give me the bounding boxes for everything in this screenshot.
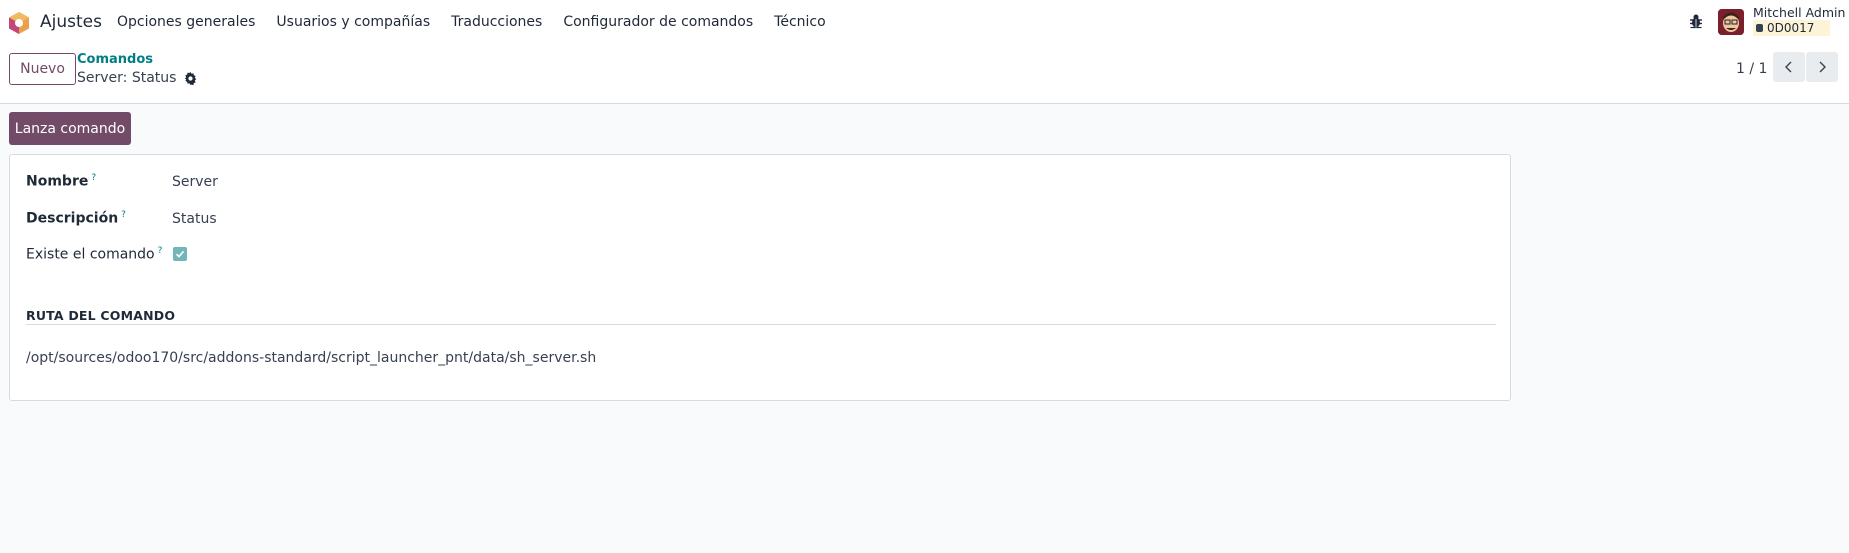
exists-checkbox[interactable]: [173, 247, 187, 261]
pager-next-button[interactable]: [1806, 52, 1838, 82]
odoo-settings-icon[interactable]: [9, 12, 29, 34]
avatar[interactable]: [1718, 9, 1744, 35]
section-title: RUTA DEL COMANDO: [26, 308, 176, 323]
top-navbar: Ajustes Opciones generales Usuarios y co…: [0, 0, 1849, 46]
menu-item-opciones-generales[interactable]: Opciones generales: [117, 14, 255, 30]
exists-label: Existe el comando?: [26, 246, 162, 263]
name-field[interactable]: Server: [172, 174, 218, 190]
menu-item-traducciones[interactable]: Traducciones: [451, 14, 542, 30]
name-label: Nombre?: [26, 173, 96, 190]
gear-icon[interactable]: [184, 71, 197, 85]
avatar-face-icon: [1718, 9, 1744, 35]
pager-value[interactable]: 1 / 1: [1736, 61, 1767, 77]
menu-item-configurador-comandos[interactable]: Configurador de comandos: [563, 14, 753, 30]
app-name[interactable]: Ajustes: [40, 12, 102, 32]
breadcrumb[interactable]: Comandos: [77, 52, 153, 67]
pager-previous-button[interactable]: [1773, 52, 1805, 82]
launch-command-button[interactable]: Lanza comando: [9, 112, 131, 145]
database-icon: [1756, 24, 1763, 32]
name-label-text: Nombre: [26, 173, 89, 190]
description-label-text: Descripción: [26, 210, 119, 227]
section-divider: [26, 324, 1496, 325]
bug-icon[interactable]: [1689, 13, 1703, 29]
help-tooltip-icon[interactable]: ?: [121, 210, 126, 220]
form-sheet: Nombre? Server Descripción? Status Exist…: [9, 154, 1511, 401]
exists-label-text: Existe el comando: [26, 246, 155, 263]
main-menu: Opciones generales Usuarios y compañías …: [117, 14, 847, 30]
database-name: 0D0017: [1767, 21, 1815, 35]
description-label: Descripción?: [26, 210, 126, 227]
page-title: Server: Status: [77, 70, 177, 86]
checkmark-icon: [175, 250, 185, 258]
command-path-field[interactable]: /opt/sources/odoo170/src/addons-standard…: [26, 350, 596, 366]
menu-item-usuarios-companias[interactable]: Usuarios y compañías: [276, 14, 430, 30]
chevron-right-icon: [1819, 61, 1826, 73]
menu-item-tecnico[interactable]: Técnico: [774, 14, 826, 30]
database-badge: 0D0017: [1753, 20, 1831, 36]
user-name[interactable]: Mitchell Admin: [1753, 5, 1845, 20]
help-tooltip-icon[interactable]: ?: [158, 246, 163, 256]
description-field[interactable]: Status: [172, 211, 217, 227]
new-button[interactable]: Nuevo: [9, 53, 76, 85]
control-panel: Nuevo Comandos Server: Status 1 / 1: [0, 46, 1849, 104]
record-title-row: Server: Status: [77, 70, 197, 86]
help-tooltip-icon[interactable]: ?: [91, 173, 96, 183]
chevron-left-icon: [1785, 61, 1792, 73]
